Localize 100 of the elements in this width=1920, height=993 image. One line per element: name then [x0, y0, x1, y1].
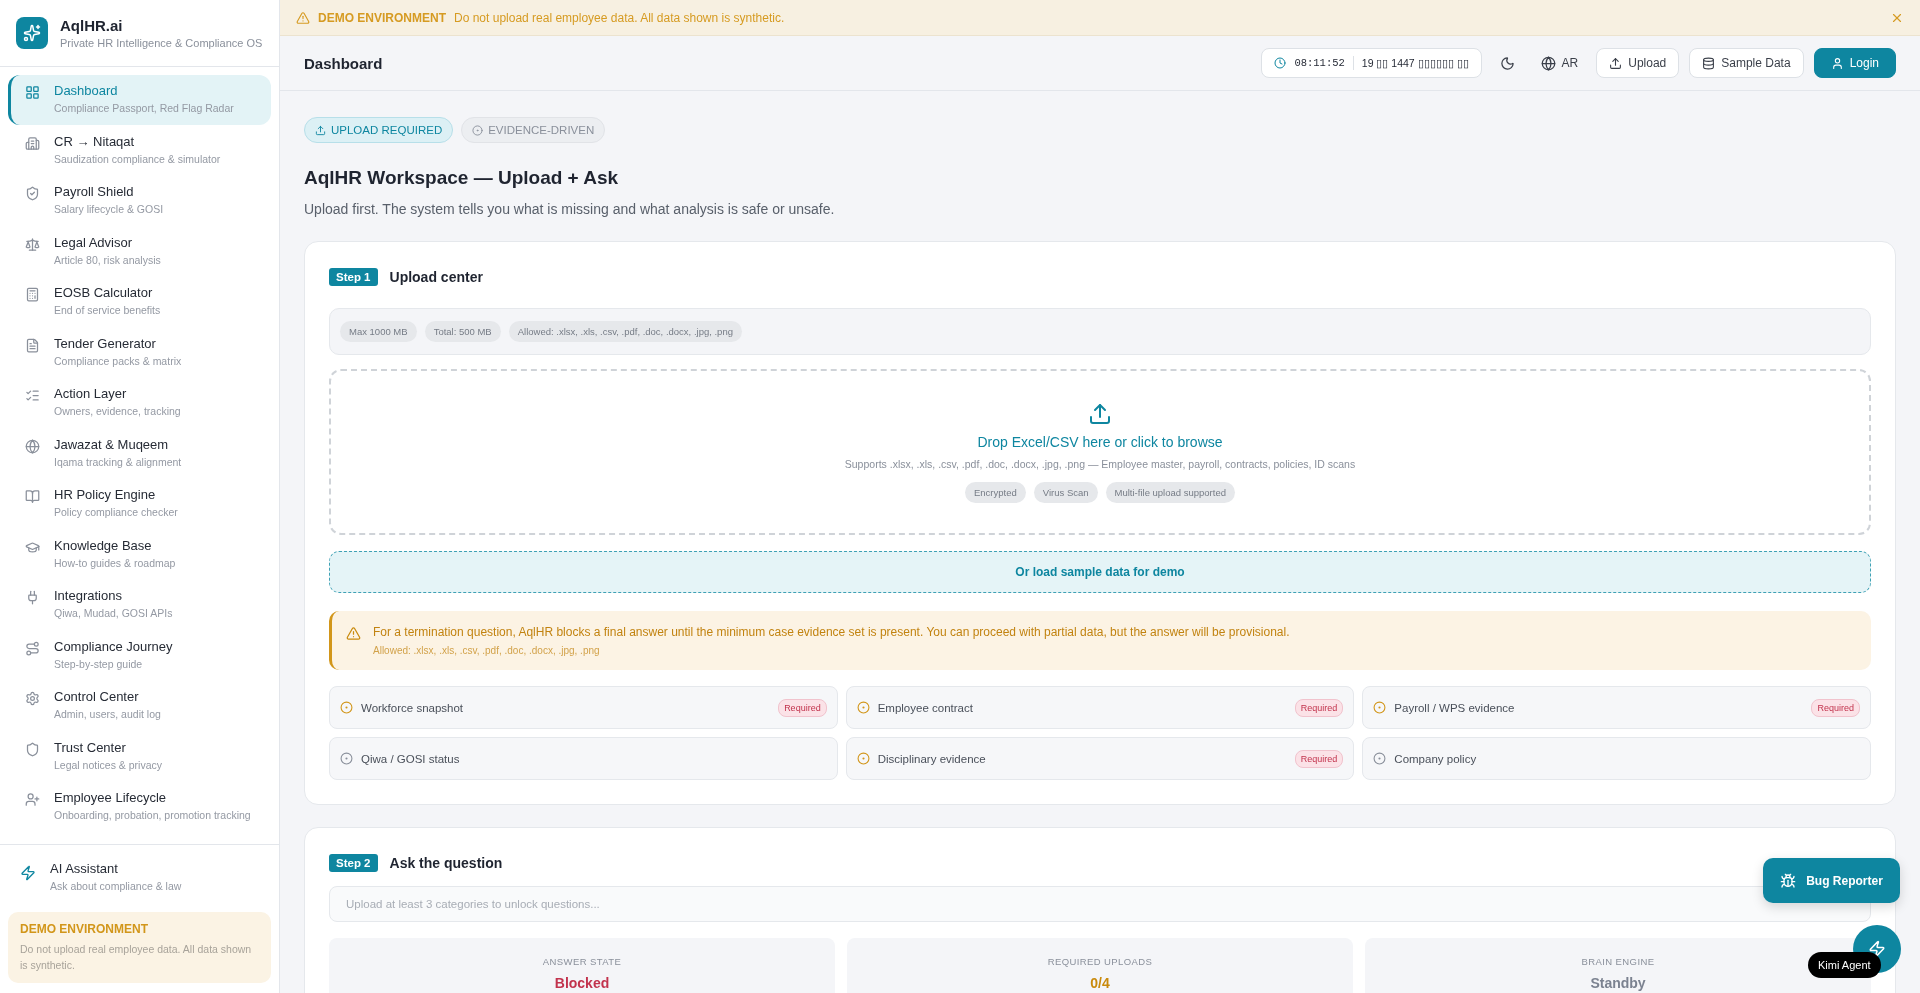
requirement-label: Disciplinary evidence [877, 752, 987, 765]
user-plus-icon [25, 792, 40, 807]
agent-badge[interactable]: Kimi Agent [1808, 952, 1881, 978]
sidebar-item[interactable]: Compliance Journey Step-by-step guide [8, 630, 271, 681]
card-title: Upload center [389, 269, 483, 285]
page-header-title: Dashboard [304, 54, 384, 72]
demo-text: Do not upload real employee data. All data shown is synthetic. [20, 942, 253, 973]
nav-description: Legal notices & privacy [54, 758, 162, 771]
warning-icon [296, 10, 310, 25]
sidebar-item[interactable]: Dashboard Compliance Passport, Red Flag Radar [8, 75, 271, 125]
bug-icon [1780, 872, 1797, 889]
shield-check-icon [25, 186, 40, 201]
limit-chip: Total: 500 MB [424, 321, 501, 342]
sidebar-item[interactable]: CR → Nitaqat Saudization compliance & simulator [8, 125, 271, 176]
demo-title: DEMO ENVIRONMENT [20, 922, 149, 936]
nav-label: EOSB Calculator [54, 285, 154, 300]
status-pill: EVIDENCE-DRIVEN [461, 117, 606, 143]
card-title: Ask the question [389, 855, 503, 871]
book-icon [25, 489, 40, 504]
moon-icon [1499, 55, 1515, 71]
sidebar-item[interactable]: EOSB Calculator End of service benefits [8, 277, 271, 327]
nav-description: Admin, users, audit log [54, 708, 161, 720]
globe-icon [25, 438, 40, 454]
page-title: AqlHR Workspace — Upload + Ask [304, 167, 620, 189]
nav-description: Step-by-step guide [54, 657, 144, 670]
step-label: Step 1 [329, 268, 378, 286]
sidebar-item[interactable]: Control Center Admin, users, audit log [8, 681, 271, 731]
time-text: 08:11:52 [1294, 57, 1345, 69]
brand-tagline: Private HR Intelligence & Compliance OS [60, 37, 263, 49]
page-subtitle: Upload first. The system tells you what is missing and what analysis is safe or unsafe. [304, 201, 836, 217]
step-label: Step 2 [329, 854, 378, 872]
nav-description: Qiwa, Mudad, GOSI APIs [54, 607, 173, 619]
sidebar-item[interactable]: Legal Advisor Article 80, risk analysis [8, 226, 271, 277]
settings-icon [25, 691, 40, 706]
nav-description: Article 80, risk analysis [54, 253, 161, 266]
document-icon [25, 337, 40, 353]
stat-label: BRAIN ENGINE [1581, 955, 1655, 967]
sidebar-item[interactable]: Action Layer Owners, evidence, tracking [8, 378, 271, 428]
nav-label: Jawazat & Muqeem [54, 436, 170, 452]
plug-icon [25, 590, 40, 605]
nav-description: Saudization compliance & simulator [54, 152, 221, 165]
nav-label: Action Layer [54, 386, 128, 401]
required-tag: Required [1294, 749, 1344, 768]
lightning-icon [1868, 940, 1886, 958]
feature-chip: Encrypted [965, 481, 1026, 503]
nav-description: Onboarding, probation, promotion tracking [54, 809, 251, 821]
drop-title: Drop Excel/CSV here or click to browse [977, 433, 1223, 450]
requirement-label: Payroll / WPS evidence [1394, 701, 1516, 714]
globe-icon [1540, 55, 1556, 71]
assistant-item[interactable]: AI Assistant Ask about compliance & law [0, 844, 279, 904]
upload-icon [1088, 401, 1112, 426]
nav-label: Tender Generator [54, 335, 157, 351]
nav-label: Legal Advisor [54, 234, 134, 250]
stat-label: REQUIRED UPLOADS [1047, 955, 1153, 967]
feature-chip: Virus Scan [1033, 481, 1098, 503]
bug-reporter-button[interactable]: Bug Reporter [1763, 858, 1900, 903]
clock-icon [1274, 57, 1287, 69]
language-button[interactable]: AR [1532, 49, 1587, 77]
sidebar-item[interactable]: Employee Lifecycle Onboarding, probation, promotion tracking [8, 782, 271, 832]
dot-icon [472, 124, 484, 136]
feature-chip: Multi-file upload supported [1105, 481, 1235, 503]
upload-icon [1609, 56, 1623, 70]
nav-description: How-to guides & roadmap [54, 556, 176, 569]
stat-label: ANSWER STATE [542, 955, 622, 967]
user-icon [1830, 56, 1844, 70]
header-button[interactable]: Upload [1596, 48, 1680, 78]
sidebar-item[interactable]: Tender Generator Compliance packs & matrix [8, 327, 271, 378]
sidebar-item[interactable]: Trust Center Legal notices & privacy [8, 731, 271, 782]
nav-label: Integrations [54, 588, 123, 603]
checklist-icon [25, 388, 40, 403]
nav-description: End of service benefits [54, 304, 161, 316]
stat-value: Blocked [554, 974, 610, 991]
requirement-label: Qiwa / GOSI status [361, 752, 461, 765]
nav-description: Iqama tracking & alignment [54, 455, 182, 468]
nav-label: HR Policy Engine [54, 487, 157, 502]
database-icon [1702, 56, 1716, 70]
shield-icon [25, 741, 40, 757]
warning-icon [346, 626, 361, 641]
sidebar-item[interactable]: Jawazat & Muqeem Iqama tracking & alignment [8, 428, 271, 479]
banner-text: Do not upload real employee data. All data shown is synthetic. [454, 10, 786, 25]
limit-chip: Allowed: .xlsx, .xls, .csv, .pdf, .doc, .docx, .jpg, .png [508, 321, 742, 342]
lightning-icon [20, 865, 36, 881]
warning-text: For a termination question, AqlHR blocks a final answer until the minimum case evidence set is present. You can proceed with partial data, but the answer will be provisional. [373, 625, 1290, 639]
sidebar-item[interactable]: HR Policy Engine Policy compliance checker [8, 479, 271, 529]
date-text: 19 ▯▯ 1447 ▯▯▯▯▯▯ ▯▯ [1361, 57, 1469, 69]
stat-value: Standby [1590, 974, 1646, 991]
login-button[interactable]: Login [1813, 48, 1896, 78]
nav-description: Salary lifecycle & GOSI [54, 203, 164, 215]
nav-label: Compliance Journey [54, 638, 173, 654]
limit-chip: Max 1000 MB [340, 321, 417, 342]
nav-label: Dashboard [54, 83, 119, 98]
nav-description: Compliance packs & matrix [54, 354, 182, 367]
header-button[interactable]: Sample Data [1689, 48, 1804, 78]
brand-name: AqlHR.ai [60, 17, 124, 34]
logo-icon [16, 17, 48, 49]
sidebar-item[interactable]: Knowledge Base How-to guides & roadmap [8, 529, 271, 580]
status-pill: UPLOAD REQUIRED [304, 117, 454, 143]
sidebar-item[interactable]: Integrations Qiwa, Mudad, GOSI APIs [8, 580, 271, 630]
sidebar-item[interactable]: Payroll Shield Salary lifecycle & GOSI [8, 176, 271, 226]
sample-data-button[interactable]: Or load sample data for demo [329, 551, 1871, 593]
